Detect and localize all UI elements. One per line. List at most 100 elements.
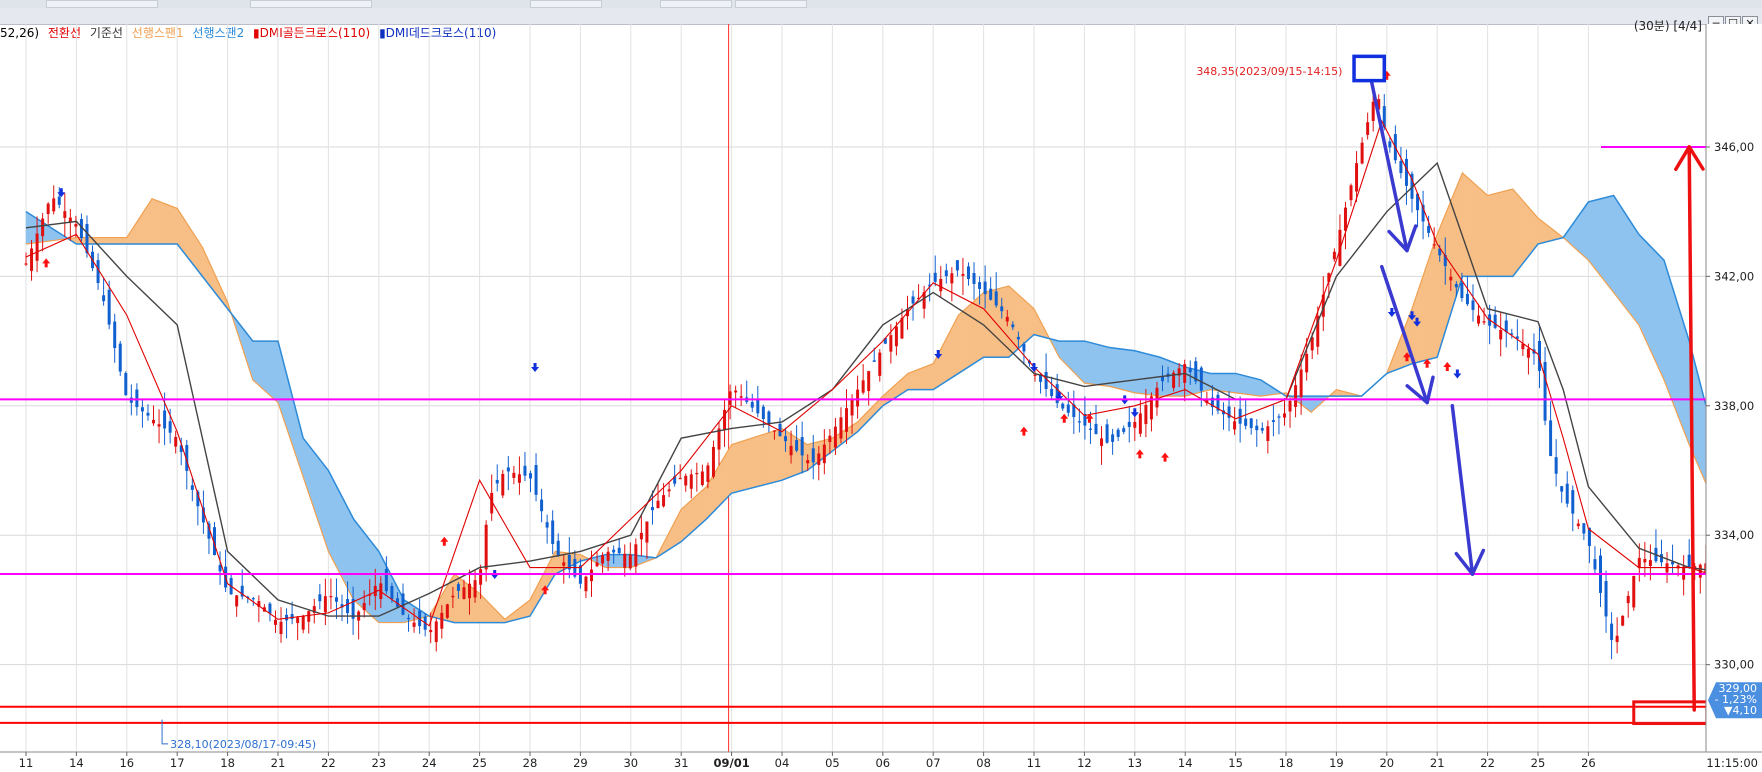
golden-cross-arrow-icon	[440, 536, 449, 546]
golden-cross-arrow-icon	[1060, 413, 1069, 423]
candle-body	[279, 621, 283, 635]
cloud-segment	[260, 340, 264, 390]
candle-body	[606, 551, 610, 561]
cloud-segment	[1653, 249, 1657, 364]
low-price-annotation: 328,10(2023/08/17-09:45)	[170, 738, 316, 751]
cloud-segment	[171, 206, 175, 245]
cloud-segment	[1096, 343, 1100, 386]
price-chart[interactable]: 348,35(2023/09/15-14:15) 328,10(2023/08/1…	[0, 0, 1762, 772]
x-tick-label: 05	[825, 756, 840, 770]
candle-body	[772, 430, 776, 432]
cloud-segment	[184, 219, 188, 258]
cloud-segment	[1431, 241, 1435, 359]
cloud-segment	[1139, 351, 1143, 395]
cloud-segment	[1683, 324, 1687, 439]
x-tick-label: 14	[1178, 756, 1193, 770]
cloud-segment	[1257, 378, 1262, 397]
cloud-segment	[1147, 353, 1151, 396]
x-tick-label: 25	[1531, 756, 1546, 770]
cloud-segment	[189, 226, 193, 265]
candle-body	[562, 562, 566, 566]
cloud-segment	[930, 363, 934, 390]
candle-body	[856, 389, 860, 407]
cloud-segment	[1026, 301, 1030, 343]
x-tick-label: 04	[775, 756, 790, 770]
cloud-segment	[1658, 254, 1662, 375]
candle-body	[1404, 158, 1408, 186]
candle-body	[1632, 575, 1636, 608]
cloud-segment	[1424, 263, 1428, 361]
cloud-segment	[113, 237, 118, 245]
ichimoku-cloud	[25, 172, 1762, 624]
cloud-segment	[1104, 345, 1108, 387]
cloud-segment	[1661, 256, 1665, 381]
cloud-segment	[262, 340, 266, 392]
cloud-segment	[728, 443, 732, 497]
cloud-segment	[375, 547, 380, 624]
cloud-segment	[1643, 238, 1647, 342]
candle-body	[174, 436, 178, 447]
candle-body	[157, 424, 161, 427]
badge-text: ▼4,10	[1724, 704, 1757, 717]
candle-body	[911, 296, 915, 304]
candle-body	[1022, 343, 1026, 352]
candle-body	[346, 599, 350, 614]
candle-body	[1088, 428, 1092, 430]
candle-body	[1116, 429, 1120, 437]
candle-body	[978, 282, 982, 289]
candle-body	[944, 270, 948, 277]
candle-body	[878, 352, 882, 376]
candle-body	[1138, 413, 1142, 434]
candle-body	[30, 248, 34, 271]
candle-body	[235, 595, 239, 607]
cloud-segment	[1504, 189, 1509, 277]
cloud-segment	[1608, 195, 1612, 291]
cloud-segment	[786, 431, 790, 479]
y-tick-label: 330,00	[1714, 658, 1754, 672]
candle-body	[989, 288, 993, 300]
cloud-segment	[169, 205, 173, 245]
cloud-segment	[449, 577, 453, 623]
candle-body	[495, 479, 499, 484]
cloud-segment	[1676, 300, 1680, 419]
cloud-segment	[1474, 183, 1478, 277]
candle-body	[41, 218, 45, 237]
candle-body	[1260, 428, 1264, 431]
cloud-segment	[718, 460, 722, 507]
cloud-segment	[1681, 316, 1685, 432]
cloud-segment	[1671, 284, 1675, 406]
arrow-shaft	[1450, 404, 1475, 576]
cloud-segment	[804, 442, 808, 472]
cloud-segment	[1540, 219, 1544, 244]
cloud-segment	[1121, 348, 1126, 391]
cloud-segment	[1426, 256, 1430, 361]
cloud-segment	[1517, 194, 1521, 271]
cloud-segment	[118, 237, 123, 245]
cloud-segment	[275, 340, 279, 404]
cloud-segment	[791, 434, 795, 477]
dmi-markers	[42, 70, 1462, 595]
candle-body	[983, 281, 987, 295]
cloud-segment	[151, 198, 155, 245]
cloud-segment	[736, 441, 740, 493]
y-tick-label: 338,00	[1714, 399, 1754, 413]
candle-body	[634, 544, 638, 567]
candle-body	[994, 291, 998, 306]
cloud-segment	[1063, 340, 1068, 366]
cloud-segment	[1066, 340, 1070, 369]
cloud-segment	[1429, 249, 1433, 360]
cloud-segment	[925, 365, 929, 390]
y-axis-background	[1706, 24, 1762, 752]
cloud-segment	[1515, 191, 1519, 275]
cloud-segment	[1588, 200, 1592, 265]
cloud-segment	[108, 237, 112, 245]
candle-body	[124, 373, 128, 396]
cloud-segment	[1207, 372, 1211, 391]
cloud-segment	[179, 211, 183, 252]
cloud-segment	[1520, 196, 1524, 268]
cloud-segment	[1477, 185, 1481, 277]
cloud-segment	[1673, 292, 1677, 413]
candle-body	[767, 411, 771, 425]
candle-body	[861, 380, 865, 393]
candle-body	[894, 326, 898, 347]
